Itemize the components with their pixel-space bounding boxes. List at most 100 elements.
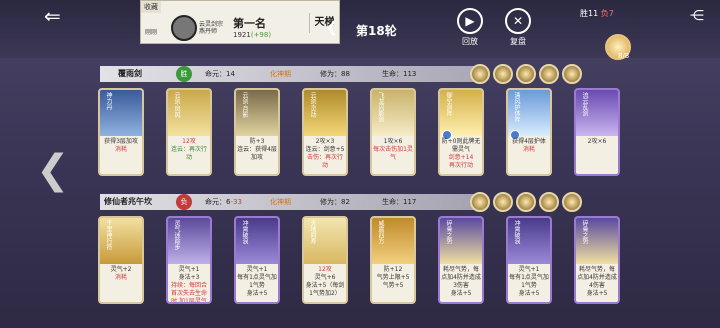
player-name: 修仙者兆午坎 (104, 197, 152, 206)
cultivation-label: 修为：82 (320, 198, 350, 206)
player-name: 云灵剑宗 燕丹师 (199, 21, 223, 35)
card-desc: 获得4层护体 消耗 (509, 138, 549, 154)
rank-subtext: 刚刚 (145, 29, 158, 36)
prev-round-icon[interactable]: ❮ (326, 20, 338, 36)
player-name: 覆雨剑 (118, 69, 142, 78)
win-label: 胜11 (580, 9, 599, 18)
rank-panel: 收藏 刚刚 云灵剑宗 燕丹师 第一名 1921(+98) 天梯 (140, 0, 340, 44)
card-desc-line: 耗尽气势，每点加4防并造成3伤害 (441, 266, 481, 289)
card-desc-line: 灵气+6 (314, 274, 336, 281)
card-desc-line: 1攻×6 (383, 138, 403, 145)
card-desc-line: 消耗 (522, 146, 535, 153)
relic-icon[interactable] (516, 64, 536, 84)
card-name: 流云乱剑 (581, 92, 588, 116)
card-desc-line: 连云：获得4层加攻 (237, 146, 277, 161)
badge-count: 8/8 (618, 52, 630, 60)
card-desc: 2攻×6 (577, 138, 617, 146)
relic-icon[interactable] (539, 64, 559, 84)
life-delta: -33 (230, 198, 242, 206)
card-desc-line: 每有1点灵气加1气势 (509, 274, 549, 289)
card[interactable]: 碎骨之势 耗尽气势，每点加4防并造成4伤害 身法+5 (574, 216, 620, 304)
card-desc-line: 气势+5 (382, 282, 404, 289)
card-desc-line: 身法+5 (450, 290, 472, 297)
card-desc-line: 连云：剑意+5 (305, 146, 345, 153)
back-arrow-icon[interactable]: ⇐ (44, 6, 74, 26)
card[interactable]: 御空剑阵 防+0则此牌无需灵气 剑意+14 再次行动 (438, 88, 484, 176)
play-icon: ▶ (457, 8, 483, 34)
relic-icon[interactable] (562, 64, 582, 84)
card-desc-line: 耗尽气势，每点加4防并造成4伤害 (577, 266, 617, 289)
card-desc-line: 获得4层护体 (512, 138, 546, 145)
card[interactable]: 神力丹获得3层加攻 消耗 (98, 88, 144, 176)
card[interactable]: 流云乱剑 2攻×6 (574, 88, 620, 176)
hp-label: 生命：113 (382, 70, 417, 78)
round-bar: ❮ 第18轮 (320, 18, 440, 42)
rank-score: 1921(+98) (233, 31, 271, 39)
card[interactable]: 冲霄破浪 灵气+1 每有1点灵气加1气势 身法+5 (234, 216, 280, 304)
card-desc: 防+12 气势上限+5 气势+5 (373, 266, 413, 290)
card-desc-line: 防+0则此牌无需灵气 (441, 138, 481, 153)
card[interactable]: 天地同寿 12攻 灵气+6 身法+5（每剑1气势加2） (302, 216, 348, 304)
hp-label: 生命：117 (382, 198, 417, 206)
card-desc: 防+0则此牌无需灵气 剑意+14 再次行动 (441, 138, 481, 170)
card-desc-line: 身法+5 (518, 290, 540, 297)
close-icon: ✕ (505, 8, 531, 34)
share-icon[interactable]: ⋲ (690, 8, 704, 24)
card-name: 云剑·灵动 (309, 92, 316, 118)
card-desc-line: 获得3层加攻 (104, 138, 138, 145)
review-button[interactable]: ✕ 复盘 (500, 8, 536, 50)
loss-label: 负7 (600, 9, 614, 18)
card-desc: 防+3 连云：获得4层加攻 (237, 138, 277, 162)
card[interactable]: 云剑·凤风 12攻 连云：再次行动 (166, 88, 212, 176)
relic-icon[interactable] (470, 64, 490, 84)
realm-label: 化神期 (270, 70, 291, 78)
card-name: 冲霄破浪 (241, 220, 248, 244)
card-desc: 灵气+1 每有1点灵气加1气势 身法+5 (509, 266, 549, 298)
card[interactable]: 碎骨之势耗尽气势，每点加4防并造成3伤害 身法+5 (438, 216, 484, 304)
life-label: 命元：6-33 (205, 197, 242, 207)
card[interactable]: 飞龙闪影剑 1攻×6 每次击伤加1灵气 (370, 88, 416, 176)
card[interactable]: 灵气迷踪步灵气+1身法+3持续：每回合首次失去生命时,加1层灵气和身法 (166, 216, 212, 304)
relic-icon[interactable] (470, 192, 490, 212)
chevron-left-icon[interactable]: ❮ (36, 150, 70, 190)
card-name: 威震四方 (377, 220, 384, 244)
card-desc: 耗尽气势，每点加4防并造成4伤害 身法+5 (577, 266, 617, 298)
player-1-header: 覆雨剑 胜 命元：14 化神期 修为：88 生命：113 (0, 64, 720, 84)
card[interactable]: 威震四方防+12 气势上限+5 气势+5 (370, 216, 416, 304)
card-name: 灵气迷踪步 (173, 220, 180, 250)
card-desc: 灵气+2 消耗 (101, 266, 141, 282)
card[interactable]: 云剑·灵动 2攻×3 连云：剑意+5 击伤：再次行动 (302, 88, 348, 176)
card-name: 云剑·凤风 (173, 92, 180, 118)
card-desc: 1攻×6 每次击伤加1灵气 (373, 138, 413, 162)
card-desc-line: 击伤：再次行动 (306, 154, 343, 169)
life-value: 命元：6 (205, 198, 231, 206)
relic-icon[interactable] (516, 192, 536, 212)
card-desc-line: 消耗 (114, 146, 127, 153)
game-screen: ⇐ 收藏 刚刚 云灵剑宗 燕丹师 第一名 1921(+98) 天梯 ❮ 第18轮… (0, 0, 720, 328)
card-desc: 12攻 灵气+6 身法+5（每剑1气势加2） (305, 266, 345, 298)
card[interactable]: 清风护体阵 获得4层护体 消耗 (506, 88, 552, 176)
card-desc-line: 防+3 (249, 138, 265, 145)
card[interactable]: 云剑·月影防+3 连云：获得4层加攻 (234, 88, 280, 176)
card-desc-line: 12攻 (318, 266, 332, 273)
card-desc-line: 身法+5（每剑1气势加2） (305, 282, 345, 297)
card[interactable]: 冲霄破浪 灵气+1 每有1点灵气加1气势 身法+5 (506, 216, 552, 304)
relic-list (470, 64, 585, 84)
card-desc-line: 持续：每回合首次失去生命时,加1层灵气和身法 (170, 282, 207, 304)
replay-button[interactable]: ▶ 回放 (452, 8, 488, 50)
replay-label: 回放 (462, 37, 478, 46)
relic-icon[interactable] (562, 192, 582, 212)
relic-icon[interactable] (493, 64, 513, 84)
relic-icon[interactable] (539, 192, 559, 212)
card-desc-line: 灵气+1 (178, 266, 200, 273)
card-name: 碎骨之势 (445, 220, 452, 244)
card[interactable]: 千里神行符灵气+2 消耗 (98, 216, 144, 304)
card-name: 千里神行符 (105, 220, 112, 250)
card-name: 神力丹 (105, 92, 112, 110)
card-desc: 2攻×3 连云：剑意+5 击伤：再次行动 (305, 138, 345, 170)
relic-icon[interactable] (493, 192, 513, 212)
card-desc-line: 灵气+1 (518, 266, 540, 273)
player-name-line1: 云灵剑宗 (199, 21, 224, 28)
score-delta: (+98) (250, 31, 272, 39)
card-name: 云剑·月影 (241, 92, 248, 118)
